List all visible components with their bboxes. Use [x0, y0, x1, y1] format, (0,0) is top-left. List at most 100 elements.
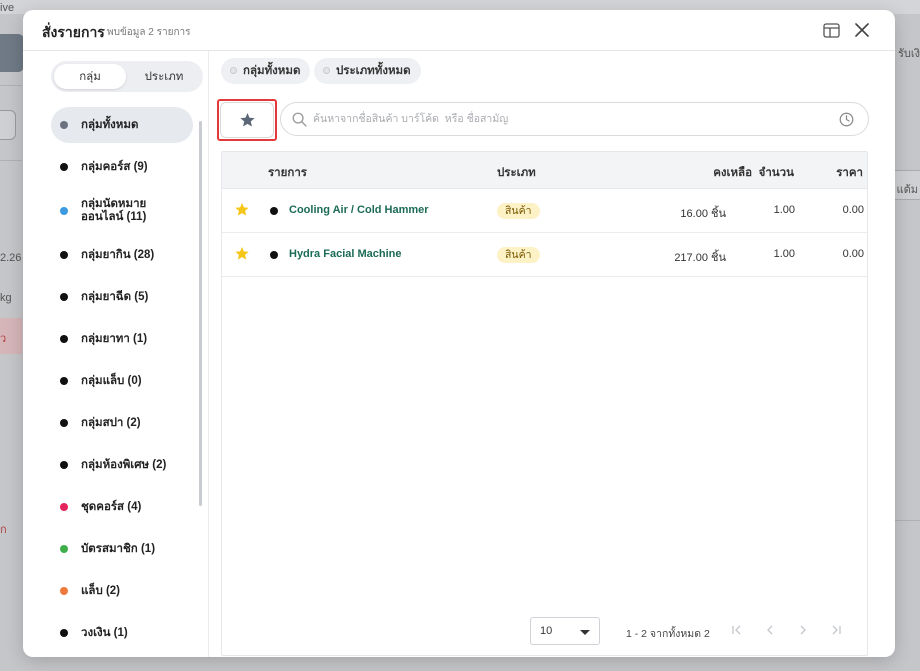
header-price: ราคา	[836, 167, 863, 179]
tab-group[interactable]: กลุ่ม	[54, 64, 126, 89]
category-label: กลุ่มสปา (2)	[81, 416, 141, 429]
item-remaining: 16.00 ชิ้น	[680, 208, 726, 220]
category-label: กลุ่มยากิน (28)	[81, 248, 155, 261]
background-button	[0, 110, 16, 140]
star-icon[interactable]	[234, 246, 250, 261]
category-label: ชุดคอร์ส (4)	[81, 500, 142, 513]
category-dot	[60, 629, 68, 637]
category-label: วงเงิน (1)	[81, 626, 128, 639]
background-text: kg	[0, 292, 12, 304]
modal-subtitle: พบข้อมูล 2 รายการ	[107, 27, 191, 38]
category-label-line: ออนไลน์ (11)	[81, 211, 147, 223]
background-divider	[0, 85, 22, 86]
page-info: 1 - 2 จากทั้งหมด 2	[626, 628, 710, 640]
category-dot	[60, 293, 68, 301]
item-dot	[270, 207, 278, 215]
category-label: แล็บ (2)	[81, 584, 121, 597]
item-name: Cooling Air / Cold Hammer	[289, 204, 429, 216]
category-label: กลุ่มทั้งหมด	[81, 118, 139, 131]
chip-label: ประเภททั้งหมด	[336, 65, 411, 77]
modal-header: สั่งรายการ พบข้อมูล 2 รายการ	[23, 10, 895, 51]
category-item[interactable]: แล็บ (2)	[51, 573, 193, 609]
prev-page-icon[interactable]	[761, 621, 779, 639]
item-dot	[270, 251, 278, 259]
category-label: บัตรสมาชิก (1)	[81, 542, 156, 555]
header-remaining: คงเหลือ	[713, 167, 752, 179]
category-item[interactable]: กลุ่มทั้งหมด	[51, 107, 193, 143]
category-item[interactable]: กลุ่มห้องพิเศษ (2)	[51, 447, 193, 483]
category-label: กลุ่มคอร์ส (9)	[81, 160, 148, 173]
close-icon[interactable]	[852, 20, 872, 40]
item-quantity: 1.00	[773, 248, 795, 260]
background-text: ก	[0, 524, 7, 536]
category-dot	[60, 503, 68, 511]
background-avatar	[0, 34, 24, 72]
category-list: กลุ่มทั้งหมด กลุ่มคอร์ส (9) กลุ่มนัดหมาย…	[51, 107, 195, 657]
background-text: ว	[0, 333, 7, 345]
item-price: 0.00	[842, 204, 864, 216]
tab-type[interactable]: ประเภท	[128, 64, 200, 89]
category-label: กลุ่มแล็บ (0)	[81, 374, 142, 387]
category-dot	[60, 587, 68, 595]
category-dot	[60, 377, 68, 385]
sidebar-scrollbar[interactable]	[199, 121, 202, 506]
category-item[interactable]: กลุ่มยาฉีด (5)	[51, 279, 193, 315]
modal-title: สั่งรายการ	[42, 24, 105, 40]
category-dot	[60, 545, 68, 553]
background-alert: ว	[0, 318, 22, 354]
favorite-filter-button[interactable]	[220, 102, 274, 138]
background-button: แต้ม	[894, 170, 920, 200]
page-size-value: 10	[540, 625, 553, 637]
category-dot	[60, 207, 68, 215]
last-page-icon[interactable]	[827, 621, 845, 639]
background-text: รับเงิ	[897, 48, 920, 60]
chip-dot	[323, 67, 330, 74]
main-panel: กลุ่มทั้งหมด ประเภททั้งหมด รายการ ประเภท…	[215, 51, 895, 657]
category-item[interactable]: ชุดคอร์ส (4)	[51, 489, 193, 525]
star-icon[interactable]	[234, 202, 250, 217]
caret-down-icon	[580, 630, 590, 635]
search-input[interactable]	[313, 103, 823, 135]
star-icon	[239, 113, 255, 127]
category-label: กลุ่มยาฉีด (5)	[81, 290, 149, 303]
layout-icon[interactable]	[821, 20, 841, 40]
item-price: 0.00	[842, 248, 864, 260]
header-quantity: จำนวน	[758, 167, 794, 179]
category-dot	[60, 419, 68, 427]
category-label: กลุ่มนัดหมาย ออนไลน์ (11)	[81, 198, 146, 224]
table-row[interactable]: Hydra Facial Machine สินค้า 217.00 ชิ้น …	[222, 233, 867, 277]
category-item[interactable]: วงเงิน (1)	[51, 615, 193, 651]
next-page-icon[interactable]	[794, 621, 812, 639]
category-sidebar: กลุ่ม ประเภท กลุ่มทั้งหมด กลุ่มคอร์ส (9)…	[23, 51, 209, 657]
category-dot	[60, 251, 68, 259]
page-size-select[interactable]: 10	[530, 617, 600, 645]
category-label: กลุ่มห้องพิเศษ (2)	[81, 458, 167, 471]
type-badge: สินค้า	[497, 247, 540, 263]
category-dot	[60, 335, 68, 343]
background-divider	[0, 160, 22, 161]
category-item[interactable]: กลุ่มนัดหมาย ออนไลน์ (11)	[51, 191, 193, 231]
category-dot	[60, 121, 68, 129]
pagination: 10 1 - 2 จากทั้งหมด 2	[222, 616, 867, 655]
type-badge: สินค้า	[497, 203, 540, 219]
category-item[interactable]: กลุ่มยาทา (1)	[51, 321, 193, 357]
first-page-icon[interactable]	[728, 621, 746, 639]
chip-all-types[interactable]: ประเภททั้งหมด	[314, 58, 421, 84]
background-text: ive	[0, 2, 15, 14]
category-label: กลุ่มยาทา (1)	[81, 332, 148, 345]
product-table: รายการ ประเภท คงเหลือ จำนวน ราคา Cooling…	[221, 151, 868, 656]
category-item[interactable]: กลุ่มสปา (2)	[51, 405, 193, 441]
table-header: รายการ ประเภท คงเหลือ จำนวน ราคา	[222, 152, 867, 189]
chip-label: กลุ่มทั้งหมด	[243, 65, 301, 77]
group-type-toggle: กลุ่ม ประเภท	[51, 61, 203, 92]
category-dot	[60, 163, 68, 171]
clock-icon[interactable]	[839, 112, 854, 127]
chip-all-groups[interactable]: กลุ่มทั้งหมด	[221, 58, 311, 84]
category-item[interactable]: กลุ่มแล็บ (0)	[51, 363, 193, 399]
category-item[interactable]: กลุ่มยากิน (28)	[51, 237, 193, 273]
header-type: ประเภท	[497, 167, 536, 179]
category-item[interactable]: กลุ่มคอร์ส (9)	[51, 149, 193, 185]
table-row[interactable]: Cooling Air / Cold Hammer สินค้า 16.00 ช…	[222, 189, 867, 233]
category-item[interactable]: บัตรสมาชิก (1)	[51, 531, 193, 567]
background-divider	[895, 520, 920, 521]
